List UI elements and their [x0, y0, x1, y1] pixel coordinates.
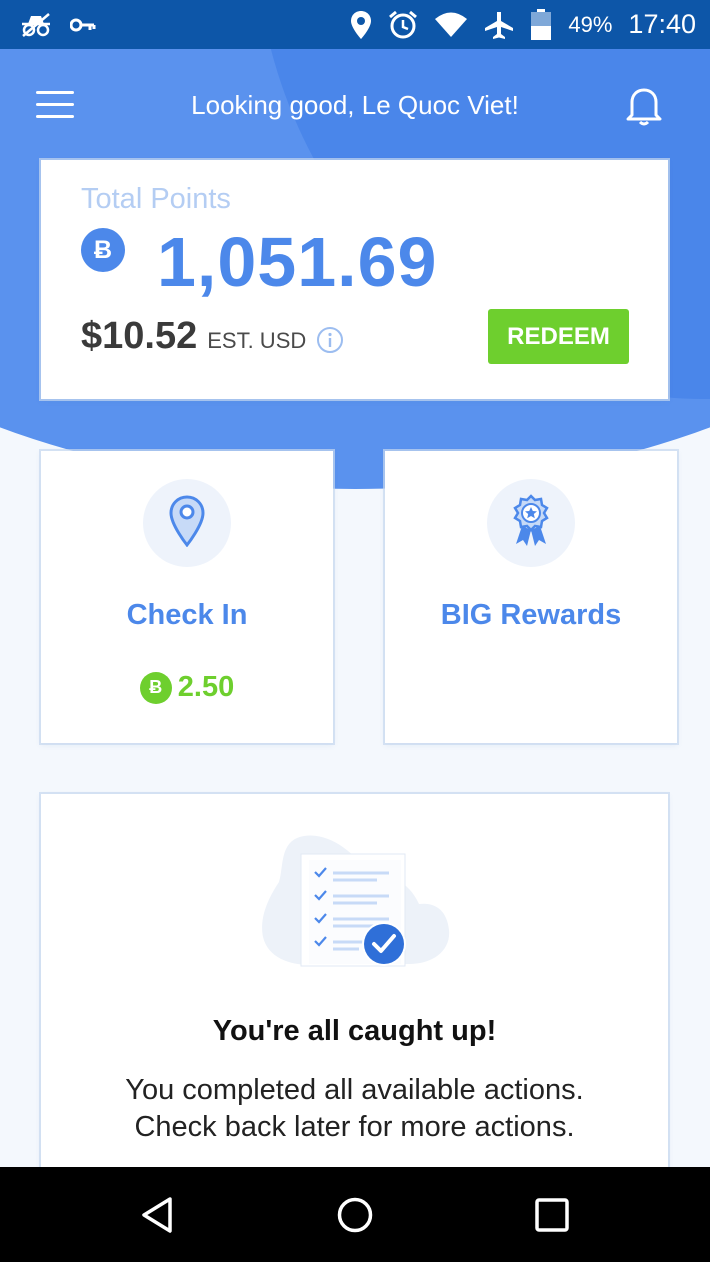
check-in-reward: Ƀ 2.50	[41, 671, 333, 704]
location-pin-icon	[169, 494, 205, 552]
big-rewards-title: BIG Rewards	[440, 599, 622, 631]
back-icon[interactable]	[138, 1195, 178, 1235]
total-points-label: Total Points	[81, 183, 231, 215]
check-in-icon-circle	[143, 479, 231, 567]
usd-value: $10.52	[81, 315, 198, 357]
checklist-illustration	[259, 832, 451, 972]
award-ribbon-icon	[511, 493, 551, 553]
big-rewards-icon-circle	[487, 479, 575, 567]
big-rewards-tile[interactable]: BIG Rewards	[385, 451, 677, 743]
system-nav-bar	[0, 1167, 710, 1262]
airplane-icon	[484, 10, 514, 40]
reward-coin-icon: Ƀ	[139, 671, 172, 704]
caught-up-title: You're all caught up!	[212, 1015, 497, 1047]
battery-percent: 49%	[568, 11, 613, 37]
battery-icon	[530, 8, 552, 41]
greeting-title: Looking good, Le Quoc Viet!	[191, 89, 519, 120]
check-in-reward-value: 2.50	[177, 671, 235, 703]
location-icon	[350, 10, 372, 40]
key-icon	[70, 17, 96, 33]
incognito-icon	[18, 12, 54, 38]
recents-icon[interactable]	[532, 1195, 572, 1235]
redeem-button[interactable]: REDEEM	[488, 309, 629, 364]
home-icon[interactable]	[335, 1195, 375, 1235]
menu-icon[interactable]	[36, 91, 76, 119]
usd-label: EST. USD	[207, 328, 307, 353]
clock-time: 17:40	[628, 9, 696, 39]
usd-estimate: $10.52 EST. USD	[81, 315, 344, 358]
total-points-value: 1,051.69	[157, 223, 438, 301]
points-card: Total Points Ƀ 1,051.69 $10.52 EST. USD …	[41, 160, 668, 399]
caught-up-message: You completed all available actions. Che…	[125, 1074, 584, 1143]
check-in-tile[interactable]: Check In Ƀ 2.50	[41, 451, 333, 743]
bell-icon[interactable]	[622, 83, 666, 127]
wifi-icon	[434, 12, 468, 38]
points-coin-icon: Ƀ	[81, 228, 125, 272]
alarm-icon	[388, 10, 418, 40]
app-header: Looking good, Le Quoc Viet!	[0, 49, 710, 161]
status-bar: 49% 17:40	[0, 0, 710, 49]
check-in-title: Check In	[126, 599, 248, 631]
info-icon[interactable]	[316, 326, 344, 354]
